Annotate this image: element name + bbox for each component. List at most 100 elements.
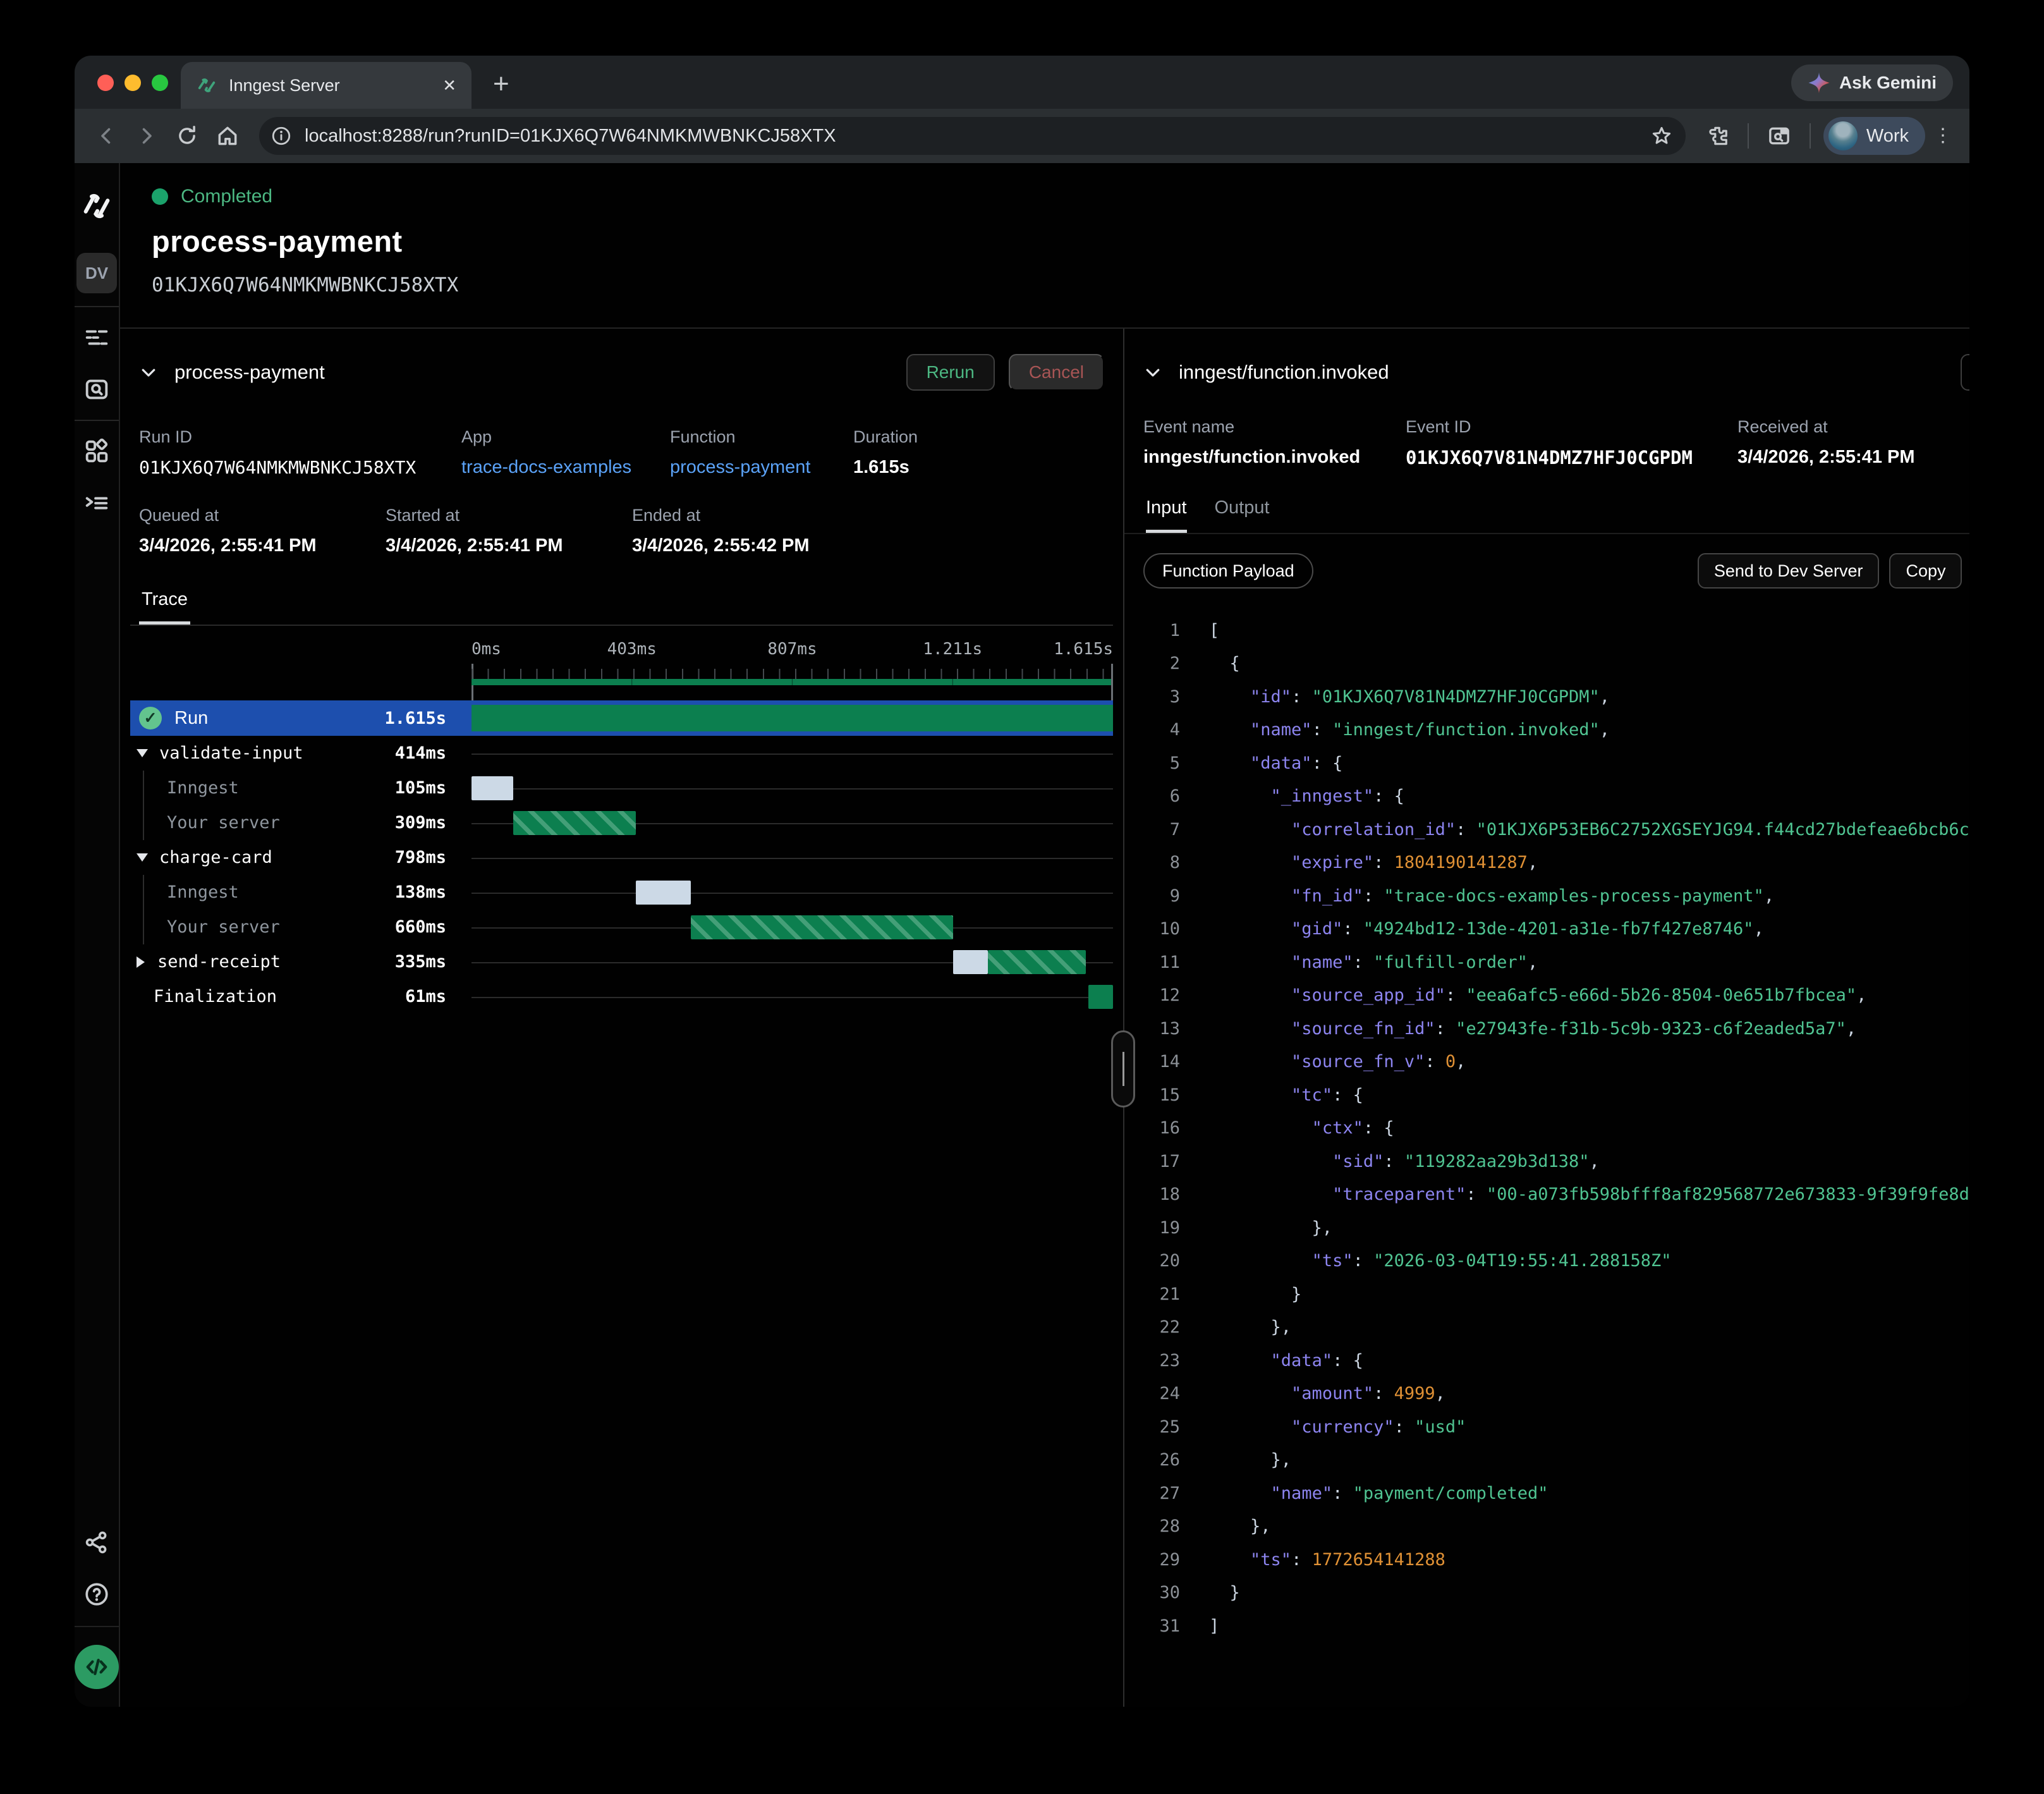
cancel-button[interactable]: Cancel <box>1009 354 1104 391</box>
share-feedback-icon[interactable] <box>79 1525 114 1560</box>
ask-gemini-button[interactable]: Ask Gemini <box>1791 64 1953 101</box>
trace-row-validate-input[interactable]: validate-input414ms <box>130 736 1113 771</box>
code-text: "data": { <box>1209 1351 1363 1370</box>
trace-span-bar[interactable] <box>691 915 953 939</box>
trace-row-send-receipt[interactable]: send-receipt335ms <box>130 944 1113 979</box>
runs-list-icon[interactable] <box>79 320 114 355</box>
apps-icon[interactable] <box>79 434 114 469</box>
forward-icon[interactable] <box>129 118 164 154</box>
caret-down-icon[interactable] <box>137 749 148 757</box>
code-line: 23 "data": { <box>1136 1344 1969 1377</box>
success-check-icon: ✓ <box>139 707 162 729</box>
tab-title: Inngest Server <box>229 76 431 95</box>
code-line: 27 "name": "payment/completed" <box>1136 1477 1969 1510</box>
url-bar[interactable]: localhost:8288/run?runID=01KJX6Q7W64NMKM… <box>259 117 1686 155</box>
trace-step-duration: 138ms <box>339 882 446 902</box>
back-icon[interactable] <box>88 118 124 154</box>
extensions-icon[interactable] <box>1700 118 1735 154</box>
line-number: 11 <box>1136 953 1180 972</box>
field-event-id: Event ID 01KJX6Q7V81N4DMZ7HFJ0CGPDM <box>1406 417 1737 468</box>
code-line: 26 }, <box>1136 1444 1969 1477</box>
function-payload-pill[interactable]: Function Payload <box>1143 553 1313 589</box>
trace-span-bar[interactable] <box>988 950 1086 974</box>
reload-icon[interactable] <box>169 118 205 154</box>
chevron-down-icon[interactable] <box>139 363 158 382</box>
trace-row-inngest[interactable]: Inngest105ms <box>130 771 1113 805</box>
line-number: 26 <box>1136 1450 1180 1470</box>
payload-json-viewer[interactable]: 1[2 {3 "id": "01KJX6Q7V81N4DMZ7HFJ0CGPDM… <box>1124 605 1969 1707</box>
send-to-dev-server-button[interactable]: Send to Dev Server <box>1698 553 1880 589</box>
trace-row-run[interactable]: ✓Run1.615s <box>130 700 1113 736</box>
dev-mode-button[interactable] <box>75 1645 119 1689</box>
trace-span-bar[interactable] <box>953 950 988 974</box>
trace-span-bar[interactable] <box>513 811 636 835</box>
timeline-minimap[interactable] <box>471 679 1113 685</box>
trace-row-inngest[interactable]: Inngest138ms <box>130 875 1113 910</box>
terminal-icon[interactable] <box>79 485 114 521</box>
trace-row-your-server[interactable]: Your server660ms <box>130 910 1113 944</box>
toolbar-divider-2 <box>1810 123 1811 149</box>
trace-span-bar[interactable] <box>471 705 1113 731</box>
caret-right-icon[interactable] <box>137 956 145 968</box>
code-line: 1[ <box>1136 614 1969 647</box>
line-number: 9 <box>1136 886 1180 906</box>
event-search-icon[interactable] <box>79 372 114 407</box>
io-tabs: Input Output <box>1124 497 1969 534</box>
profile-chip[interactable]: Work <box>1823 117 1925 155</box>
macos-zoom-button[interactable] <box>152 75 168 91</box>
line-number: 12 <box>1136 985 1180 1005</box>
rerun-button[interactable]: Rerun <box>906 354 995 391</box>
code-text: "amount": 4999, <box>1209 1384 1445 1403</box>
dev-env-badge[interactable]: DV <box>76 253 117 293</box>
inngest-logo <box>79 188 114 224</box>
code-line: 12 "source_app_id": "eea6afc5-e66d-5b26-… <box>1136 979 1969 1013</box>
field-queued-at: Queued at 3/4/2026, 2:55:41 PM <box>139 506 386 556</box>
event-panel: inngest/function.invoked Invoke Event na… <box>1124 329 1969 1707</box>
code-line: 3 "id": "01KJX6Q7V81N4DMZ7HFJ0CGPDM", <box>1136 680 1969 714</box>
line-number: 24 <box>1136 1384 1180 1403</box>
copy-button[interactable]: Copy <box>1889 553 1962 589</box>
side-panel-search-icon[interactable] <box>1761 118 1797 154</box>
code-text: "tc": { <box>1209 1085 1363 1105</box>
code-line: 4 "name": "inngest/function.invoked", <box>1136 714 1969 747</box>
trace-span-bar[interactable] <box>471 776 513 800</box>
new-tab-button[interactable]: + <box>493 68 509 100</box>
trace-row-charge-card[interactable]: charge-card798ms <box>130 840 1113 875</box>
trace-step-name: validate-input <box>130 743 339 763</box>
code-line: 31] <box>1136 1609 1969 1643</box>
tab-trace[interactable]: Trace <box>139 589 190 625</box>
app-link[interactable]: trace-docs-examples <box>461 457 670 478</box>
run-meta-row-2: Queued at 3/4/2026, 2:55:41 PM Started a… <box>130 506 1113 556</box>
chevron-down-icon[interactable] <box>1143 363 1162 382</box>
code-text: "traceparent": "00-a073fb598bfff8af82956… <box>1209 1185 1969 1204</box>
page-info-icon[interactable] <box>267 121 296 150</box>
trace-tab-bar: Trace <box>130 589 1113 626</box>
help-icon[interactable] <box>79 1577 114 1612</box>
browser-tab[interactable]: Inngest Server ✕ <box>181 62 471 109</box>
code-text: "source_fn_v": 0, <box>1209 1052 1466 1071</box>
home-icon[interactable] <box>210 118 245 154</box>
macos-minimize-button[interactable] <box>125 75 141 91</box>
trace-row-your-server[interactable]: Your server309ms <box>130 805 1113 840</box>
trace-span-bar[interactable] <box>1088 985 1113 1009</box>
browser-menu-icon[interactable]: ⋮ <box>1930 132 1956 140</box>
code-text: "_inngest": { <box>1209 786 1404 806</box>
function-link[interactable]: process-payment <box>670 457 853 478</box>
page-content: DV <box>75 163 1969 1707</box>
tab-close-icon[interactable]: ✕ <box>442 76 456 95</box>
tab-output[interactable]: Output <box>1215 497 1270 533</box>
caret-down-icon[interactable] <box>137 853 148 862</box>
trace-span-bar[interactable] <box>636 881 691 905</box>
trace-row-finalization[interactable]: Finalization61ms <box>130 979 1113 1014</box>
app-sidebar: DV <box>75 163 120 1707</box>
status-label: Completed <box>181 186 272 207</box>
code-text: "id": "01KJX6Q7V81N4DMZ7HFJ0CGPDM", <box>1209 687 1610 707</box>
tab-input[interactable]: Input <box>1146 497 1187 533</box>
invoke-button[interactable]: Invoke <box>1961 354 1969 391</box>
code-line: 14 "source_fn_v": 0, <box>1136 1046 1969 1079</box>
run-detail-panel: process-payment Rerun Cancel Run ID 01KJ… <box>120 329 1123 1707</box>
macos-close-button[interactable] <box>97 75 114 91</box>
field-received-at: Received at 3/4/2026, 2:55:41 PM <box>1737 417 1969 468</box>
bookmark-star-icon[interactable] <box>1644 118 1679 154</box>
trace-chart-cell <box>471 771 1113 805</box>
